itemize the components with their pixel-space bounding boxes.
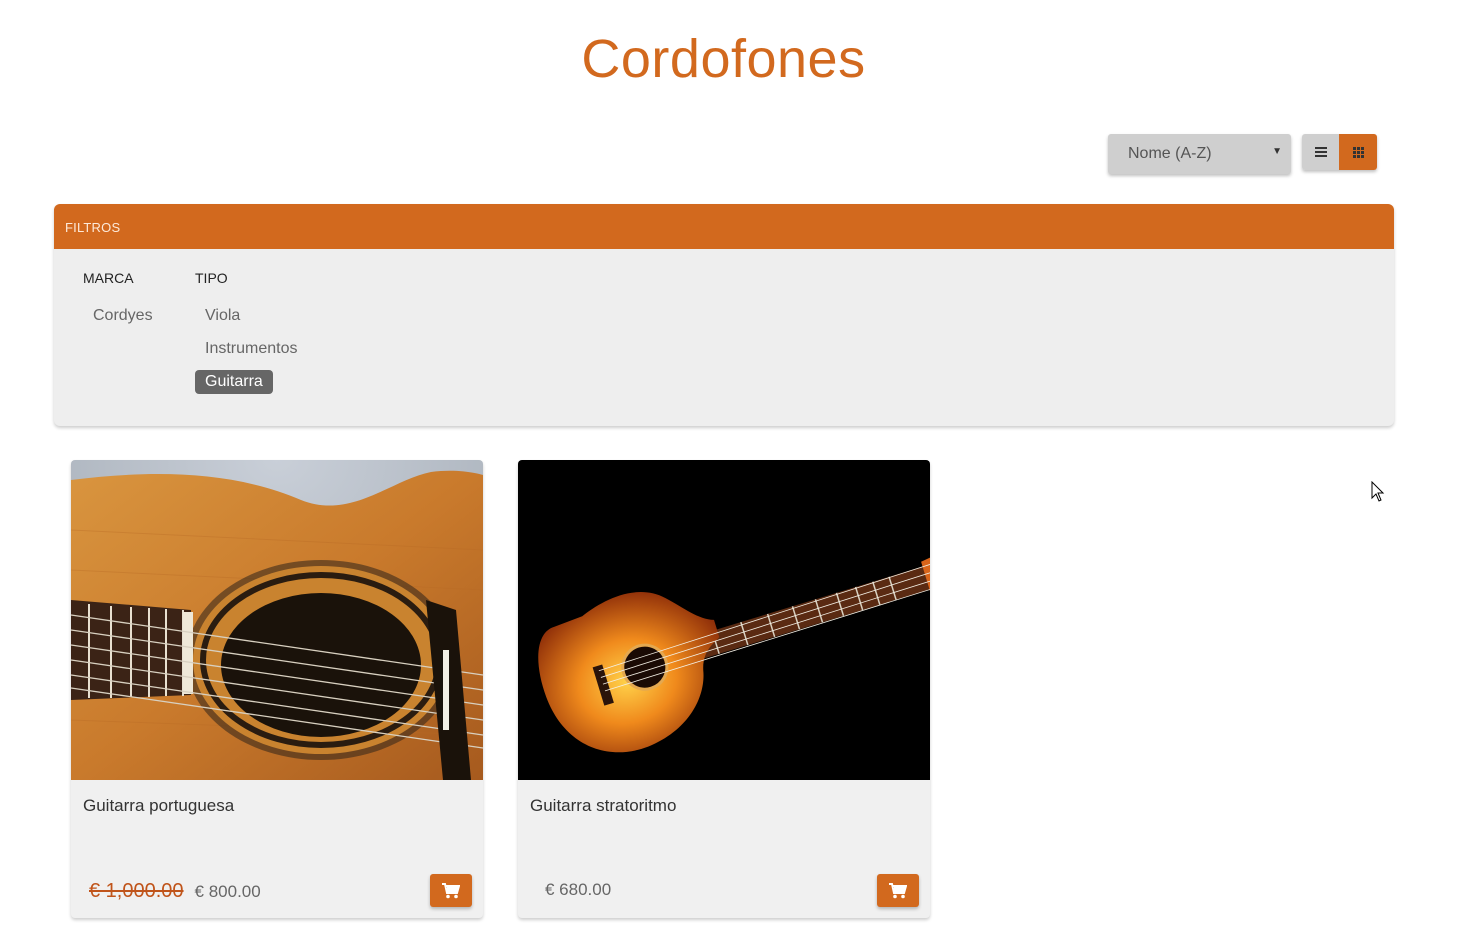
filter-option-guitarra[interactable]: Guitarra	[195, 370, 273, 394]
filters-header[interactable]: FILTROS	[54, 204, 1394, 249]
filter-option-cordyes[interactable]: Cordyes	[83, 304, 163, 328]
filter-group-tipo: TIPO Viola Instrumentos Guitarra	[195, 270, 307, 403]
sort-select-value: Nome (A-Z)	[1128, 145, 1212, 162]
filter-heading-tipo: TIPO	[195, 270, 228, 286]
cart-icon	[889, 882, 907, 898]
product-name[interactable]: Guitarra stratoritmo	[530, 796, 676, 816]
list-view-button[interactable]	[1302, 134, 1340, 170]
product-card[interactable]: Guitarra stratoritmo € 680.00	[518, 460, 930, 918]
add-to-cart-button[interactable]	[430, 874, 472, 907]
view-mode-toggle	[1302, 134, 1377, 170]
price: € 800.00	[194, 882, 261, 901]
product-image[interactable]	[518, 460, 930, 780]
page-title: Cordofones	[581, 29, 866, 89]
mouse-cursor-icon	[1371, 481, 1385, 502]
add-to-cart-button[interactable]	[877, 874, 919, 907]
filter-option-instrumentos[interactable]: Instrumentos	[195, 337, 307, 361]
filter-option-viola[interactable]: Viola	[195, 304, 250, 328]
list-icon	[1315, 145, 1327, 159]
cart-icon	[442, 882, 460, 898]
filter-group-marca: MARCA Cordyes	[83, 270, 163, 337]
product-name[interactable]: Guitarra portuguesa	[83, 796, 234, 816]
price-row: € 1,000.00 € 800.00	[89, 880, 261, 903]
price: € 680.00	[545, 880, 612, 899]
product-card[interactable]: Guitarra portuguesa € 1,000.00 € 800.00	[71, 460, 483, 918]
caret-down-icon: ▼	[1272, 146, 1282, 157]
sort-select[interactable]: Nome (A-Z) ▼	[1108, 134, 1291, 174]
filters-panel: FILTROS MARCA Cordyes TIPO Viola Instrum…	[54, 204, 1394, 426]
product-image[interactable]	[71, 460, 483, 780]
old-price: € 1,000.00	[89, 880, 184, 902]
grid-view-button[interactable]	[1339, 134, 1377, 170]
price-row: € 680.00	[545, 880, 611, 900]
filter-heading-marca: MARCA	[83, 270, 134, 286]
grid-icon	[1352, 146, 1364, 158]
